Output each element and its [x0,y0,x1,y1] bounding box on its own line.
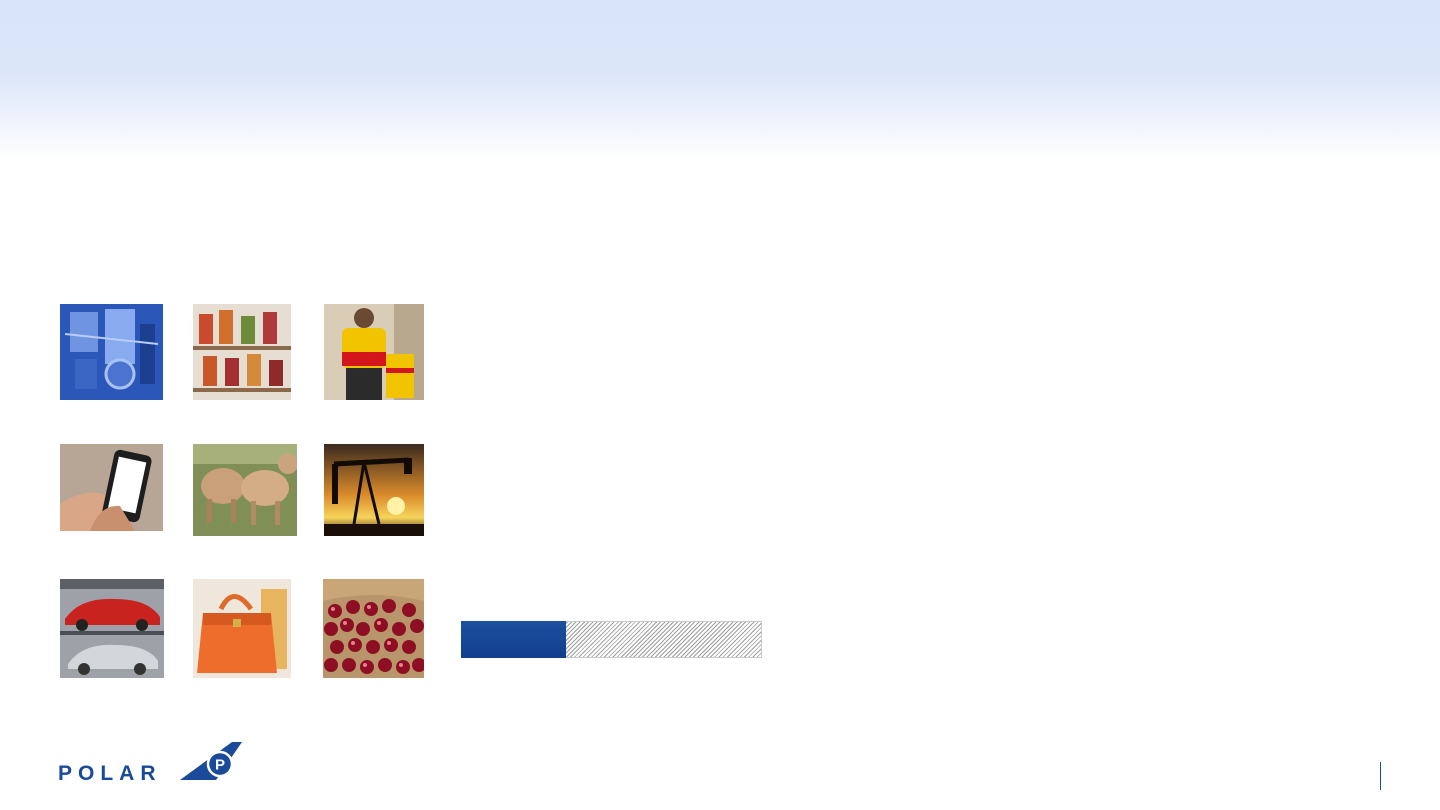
cars-assembly-image [60,579,164,678]
smartphone-image [60,444,163,531]
oil-pump-image [324,444,424,536]
footer-divider [1380,762,1381,790]
cherries-image [323,579,424,678]
logo-emblem-letter: P [215,757,225,774]
logo-emblem-icon: P [180,742,242,780]
pharmacy-jars-image [193,304,291,400]
polar-logo: POLAR P [58,742,243,785]
progress-bar [461,621,762,658]
engine-machinery-image [60,304,163,400]
courier-parcel-image [324,304,424,400]
logo-text: POLAR [58,762,162,785]
handbag-image [193,579,291,678]
cattle-image [193,444,297,536]
progress-bar-fill [461,621,567,658]
header-band [0,0,1440,160]
